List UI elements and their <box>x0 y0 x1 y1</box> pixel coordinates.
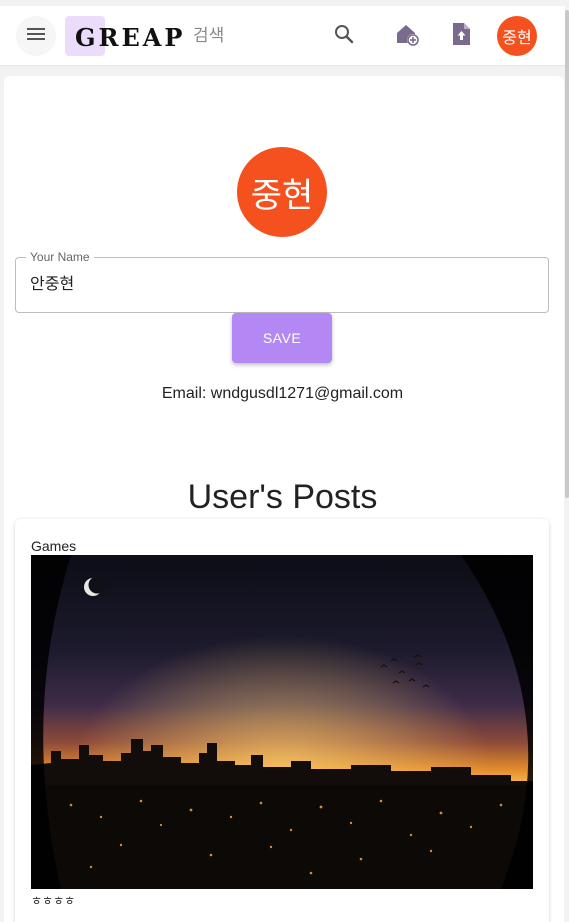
post-category: Games <box>31 538 77 554</box>
upload-button[interactable] <box>443 18 479 54</box>
page: GREAP 검색 중현 중현 Your Name 안중현 SAVE Email:… <box>0 0 569 922</box>
profile-avatar: 중현 <box>237 147 327 237</box>
add-home-button[interactable] <box>389 18 425 54</box>
search-button[interactable] <box>326 18 362 54</box>
file-upload-icon <box>450 21 472 52</box>
app-logo[interactable]: GREAP <box>75 22 185 54</box>
email-text: Email: wndgusdl1271@gmail.com <box>161 385 404 402</box>
menu-button[interactable] <box>16 16 56 56</box>
scrollbar-thumb[interactable] <box>565 10 569 498</box>
save-button[interactable]: SAVE <box>232 313 332 363</box>
app-header: GREAP 검색 중현 <box>0 6 565 66</box>
search-label[interactable]: 검색 <box>193 25 224 47</box>
posts-heading: User's Posts <box>187 478 378 516</box>
search-icon <box>333 23 355 50</box>
home-add-icon <box>394 21 420 52</box>
name-field[interactable]: Your Name 안중현 <box>15 250 549 313</box>
name-field-label: Your Name <box>26 250 94 264</box>
post-image[interactable] <box>31 555 533 889</box>
user-avatar[interactable]: 중현 <box>497 16 537 56</box>
post-caption: ㅎㅎㅎㅎ <box>31 894 76 908</box>
post-card[interactable]: Games ㅎㅎㅎㅎ <box>15 519 549 922</box>
name-input[interactable]: 안중현 <box>30 274 74 296</box>
menu-icon <box>26 26 46 47</box>
